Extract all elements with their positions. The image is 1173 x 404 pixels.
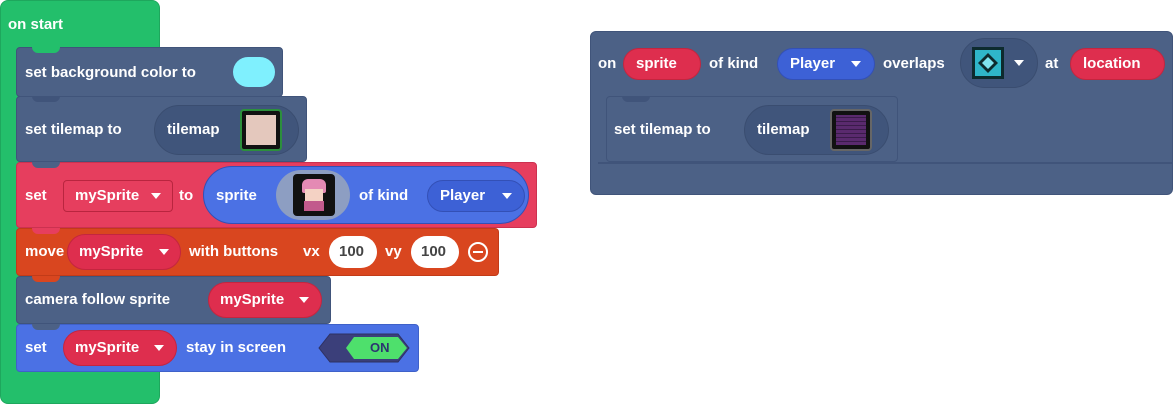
overlaps-label: overlaps — [883, 55, 945, 72]
tilemap-thumbnail-icon[interactable] — [830, 109, 872, 151]
block-notch — [32, 96, 60, 102]
move-label: move — [25, 243, 65, 260]
with-buttons-label: with buttons — [189, 243, 279, 260]
dropdown-arrow-icon — [851, 61, 861, 67]
at-keyword: at — [1045, 55, 1059, 72]
of-kind-label: of kind — [359, 187, 409, 204]
block-notch — [32, 324, 60, 330]
block-notch — [32, 276, 60, 282]
dropdown-arrow-icon — [502, 193, 512, 199]
sprite-keyword: sprite — [216, 187, 257, 204]
variable-name: mySprite — [75, 187, 140, 204]
block-notch — [32, 47, 60, 53]
vx-label: vx — [303, 243, 320, 260]
vy-value: 100 — [421, 243, 447, 260]
to-keyword: to — [179, 187, 194, 204]
sprite-param-label: sprite — [636, 55, 677, 72]
vx-value: 100 — [339, 243, 365, 260]
set-tilemap-label: set tilemap to — [25, 121, 122, 138]
dropdown-arrow-icon — [299, 297, 309, 303]
dropdown-arrow-icon — [1014, 60, 1024, 66]
remove-minus-icon[interactable] — [468, 242, 488, 262]
sprite-image-icon — [293, 174, 335, 216]
block-notch — [32, 228, 60, 234]
toggle-switch-icon[interactable] — [318, 333, 410, 363]
color-swatch-icon[interactable] — [233, 57, 275, 87]
block-notch — [622, 96, 650, 102]
overlap-kind-value: Player — [790, 55, 836, 72]
block-notch — [32, 162, 60, 168]
tilemap-field-label: tilemap — [167, 121, 220, 138]
dropdown-arrow-icon — [154, 345, 164, 351]
dropdown-arrow-icon — [159, 249, 169, 255]
overlap-set-tilemap-label: set tilemap to — [614, 121, 711, 138]
kind-value: Player — [440, 187, 486, 204]
move-variable-name: mySprite — [79, 243, 144, 260]
of-kind-label: of kind — [709, 55, 759, 72]
overlap-tilemap-field-label: tilemap — [757, 121, 810, 138]
tilemap-thumbnail-icon[interactable] — [240, 109, 282, 151]
camera-variable-name: mySprite — [220, 291, 285, 308]
vy-label: vy — [385, 243, 402, 260]
tile-image-icon — [972, 47, 1004, 79]
on-start-label: on start — [8, 16, 64, 33]
stay-set-keyword: set — [25, 339, 47, 356]
set-background-label: set background color to — [25, 64, 196, 81]
set-keyword: set — [25, 187, 47, 204]
stay-in-screen-label: stay in screen — [186, 339, 287, 356]
dropdown-arrow-icon — [151, 193, 161, 199]
camera-follow-label: camera follow sprite — [25, 291, 171, 308]
on-keyword: on — [598, 55, 617, 72]
stay-variable-name: mySprite — [75, 339, 140, 356]
location-param-label: location — [1083, 55, 1141, 72]
toggle-on-label: ON — [370, 340, 390, 355]
event-divider — [598, 162, 1172, 164]
